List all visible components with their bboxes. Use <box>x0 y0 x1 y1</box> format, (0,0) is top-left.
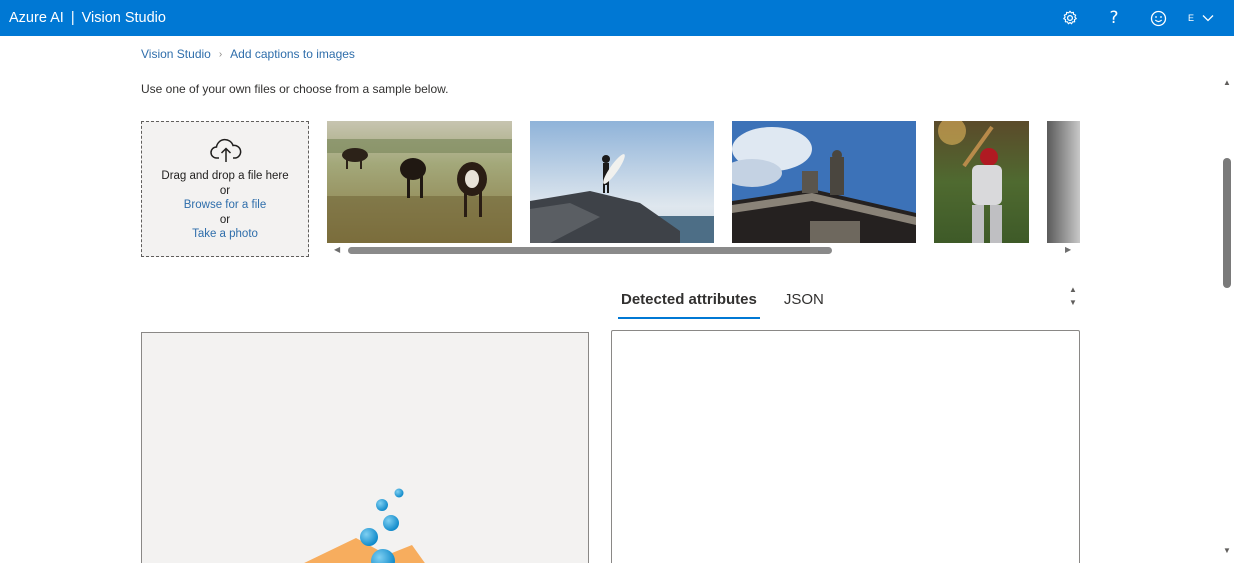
cloud-upload-icon <box>209 138 243 167</box>
scroll-down-icon[interactable]: ▼ <box>1223 546 1231 555</box>
app-brand[interactable]: Azure AI | Vision Studio <box>9 0 166 36</box>
feedback-smiley-icon <box>1150 10 1167 27</box>
browse-file-link[interactable]: Browse for a file <box>142 198 308 213</box>
scroll-down-icon[interactable]: ▼ <box>1066 296 1080 309</box>
brand-azure-ai: Azure AI <box>9 10 64 26</box>
help-button[interactable]: ? <box>1100 0 1128 36</box>
tab-json[interactable]: JSON <box>784 287 824 319</box>
breadcrumb-chevron-icon: › <box>218 48 223 60</box>
file-drop-zone[interactable]: Drag and drop a file here or Browse for … <box>141 121 309 257</box>
tab-scroll-control[interactable]: ▲ ▼ <box>1066 283 1080 309</box>
sample-image-partial[interactable] <box>1047 121 1080 243</box>
drag-drop-text: Drag and drop a file here <box>161 170 289 182</box>
sample-image-surfer[interactable] <box>530 121 714 243</box>
image-preview-panel <box>141 332 589 563</box>
or-text: or <box>219 184 231 197</box>
brand-vision-studio: Vision Studio <box>81 10 166 26</box>
account-initial: E <box>1188 13 1195 23</box>
gallery-scrollbar[interactable]: ◀ ▶ <box>327 243 1080 258</box>
result-tabs: Detected attributes JSON <box>618 287 848 319</box>
page-scrollbar[interactable]: ▲ ▼ <box>1220 74 1234 563</box>
scroll-right-icon[interactable]: ▶ <box>1065 245 1071 254</box>
intro-text: Use one of your own files or choose from… <box>141 82 449 96</box>
sample-gallery: ◀ ▶ <box>327 121 1080 258</box>
gear-icon <box>1062 10 1078 26</box>
sample-image-cows[interactable] <box>327 121 512 243</box>
gallery-scroll-thumb[interactable] <box>348 247 832 254</box>
settings-button[interactable] <box>1056 0 1084 36</box>
breadcrumb-vision-studio[interactable]: Vision Studio <box>141 47 211 61</box>
sample-image-building[interactable] <box>732 121 916 243</box>
top-bar: Azure AI | Vision Studio ? E <box>0 0 1234 36</box>
breadcrumb-add-captions[interactable]: Add captions to images <box>230 47 355 61</box>
help-icon: ? <box>1109 8 1119 28</box>
loading-illustration <box>304 488 425 563</box>
scroll-up-icon[interactable]: ▲ <box>1066 283 1080 296</box>
sample-image-baseball[interactable] <box>934 121 1029 243</box>
chevron-down-icon <box>1202 9 1214 27</box>
scroll-up-icon[interactable]: ▲ <box>1223 78 1231 87</box>
brand-separator: | <box>70 10 75 26</box>
feedback-button[interactable] <box>1144 0 1172 36</box>
results-panel <box>611 330 1080 563</box>
take-photo-link[interactable]: Take a photo <box>142 227 308 242</box>
page-scroll-thumb[interactable] <box>1223 158 1231 288</box>
or-text: or <box>219 213 231 226</box>
account-menu[interactable]: E <box>1188 0 1214 36</box>
tab-detected-attributes[interactable]: Detected attributes <box>618 287 760 319</box>
breadcrumb: Vision Studio › Add captions to images <box>141 46 355 62</box>
scroll-left-icon[interactable]: ◀ <box>334 245 340 254</box>
